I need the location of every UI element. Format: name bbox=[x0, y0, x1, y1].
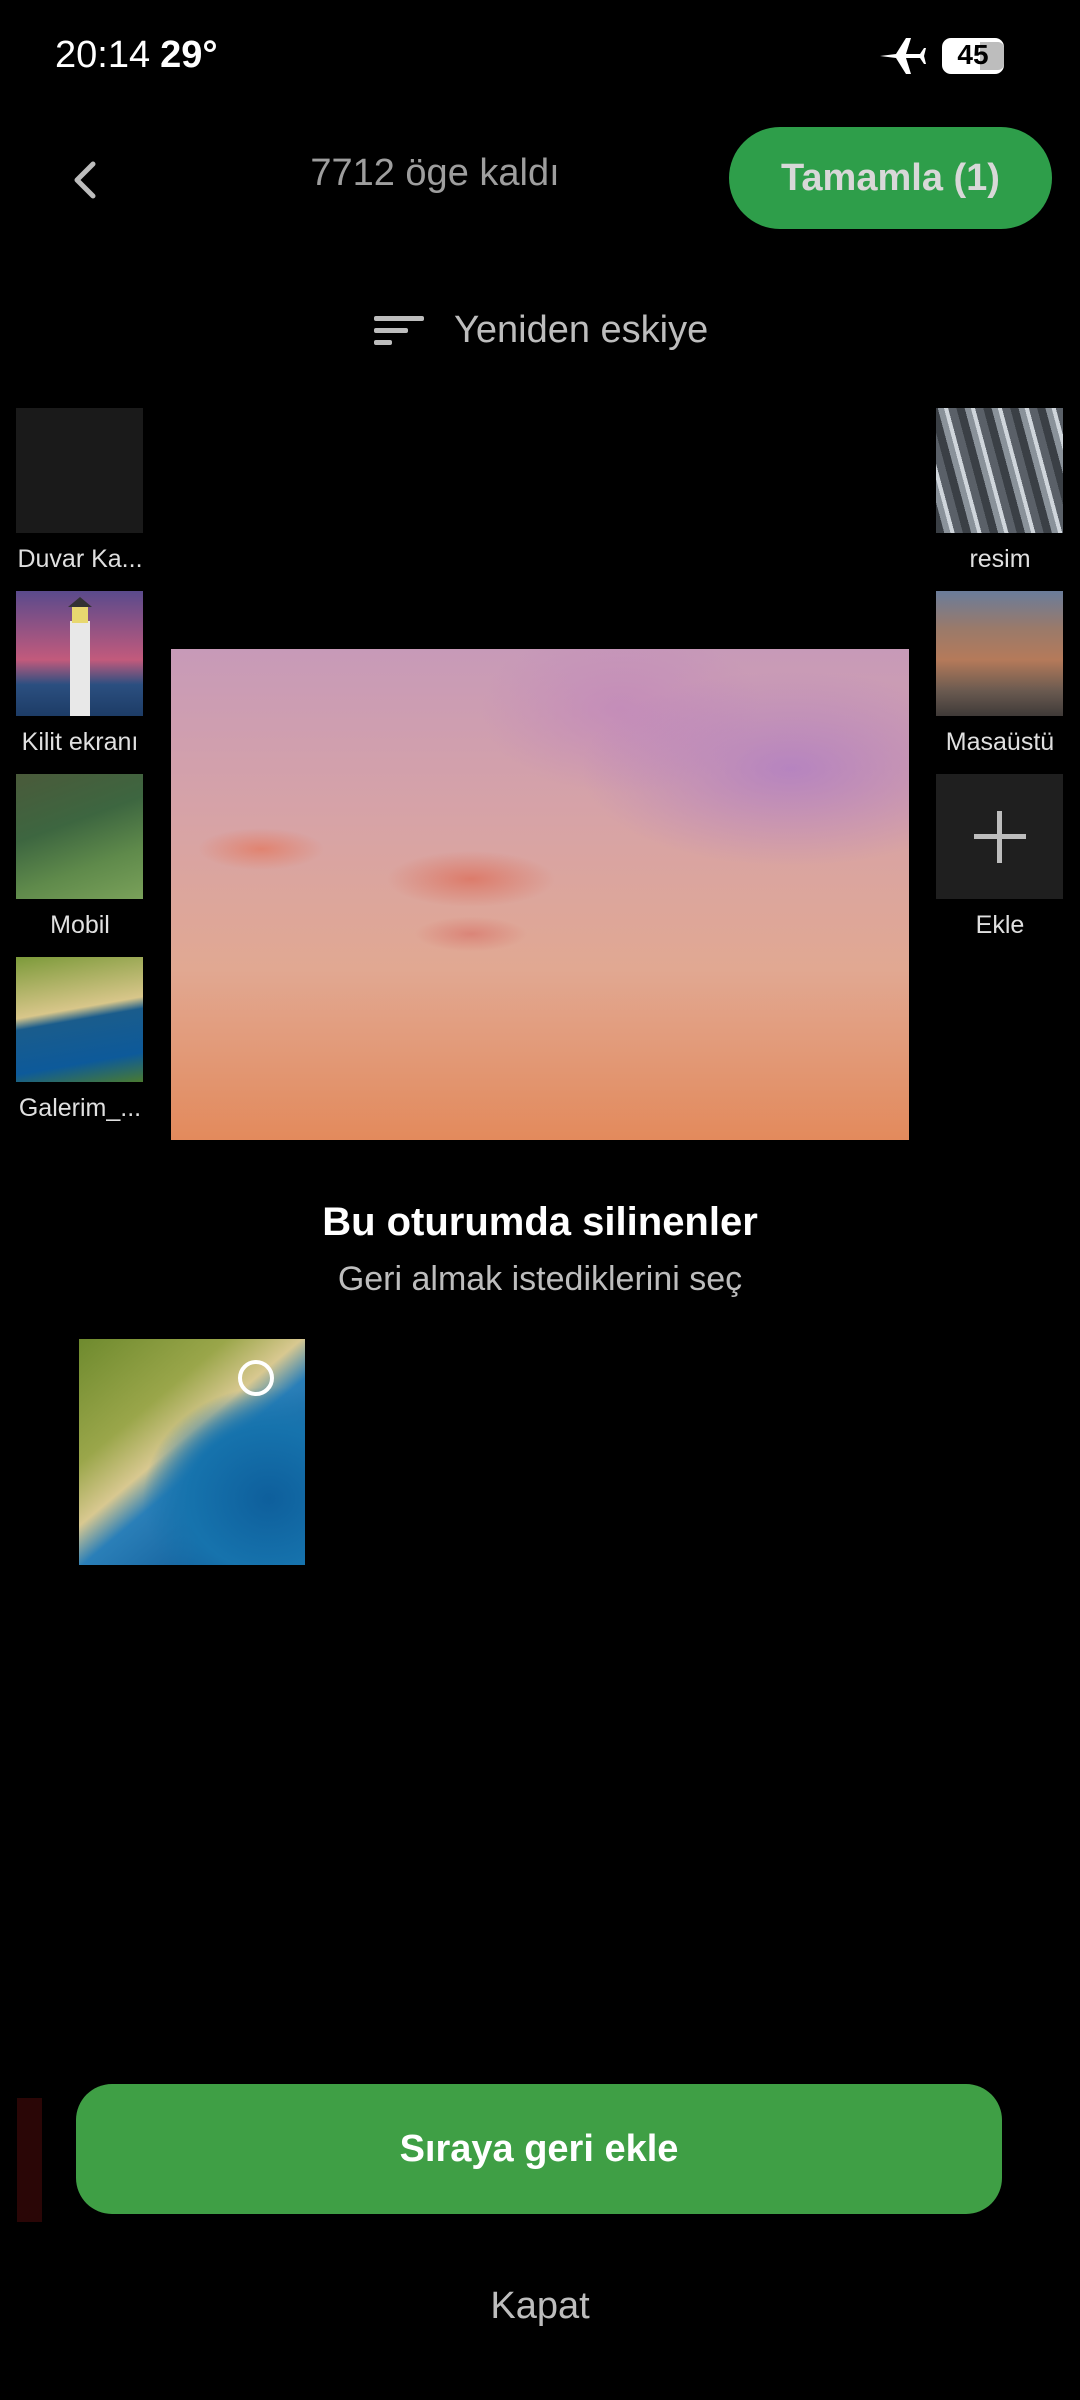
airplane-icon bbox=[878, 36, 926, 76]
left-edge-preview bbox=[17, 2098, 42, 2222]
album-label: Galerim_... bbox=[18, 1094, 142, 1122]
plus-icon bbox=[973, 810, 1026, 863]
album-thumbnail bbox=[16, 774, 143, 899]
done-button[interactable]: Tamamla (1) bbox=[729, 127, 1052, 229]
album-duvar-kagidi[interactable]: Duvar Ka... bbox=[16, 408, 144, 574]
album-label: Mobil bbox=[50, 911, 110, 939]
deleted-section-subtitle: Geri almak istediklerini seç bbox=[337, 1260, 743, 1298]
temperature: 29° bbox=[160, 34, 218, 76]
album-resim[interactable]: resim bbox=[936, 408, 1064, 574]
status-time: 20:14 29° bbox=[55, 34, 218, 77]
clock: 20:14 bbox=[55, 34, 151, 76]
album-thumbnail bbox=[936, 774, 1063, 899]
sort-selector[interactable]: Yeniden eskiye bbox=[372, 300, 708, 360]
album-label: resim bbox=[969, 545, 1031, 573]
album-mobil[interactable]: Mobil bbox=[16, 774, 144, 940]
current-photo-preview[interactable] bbox=[171, 649, 909, 1140]
battery-level: 45 bbox=[957, 39, 989, 70]
remaining-count: 7712 öge kaldı bbox=[310, 152, 560, 194]
restore-to-queue-button[interactable]: Sıraya geri ekle bbox=[76, 2084, 1002, 2214]
close-button[interactable]: Kapat bbox=[0, 2285, 1080, 2328]
sort-label: Yeniden eskiye bbox=[454, 308, 709, 351]
album-thumbnail bbox=[936, 408, 1063, 533]
album-label: Duvar Ka... bbox=[17, 545, 143, 573]
album-label: Masaüstü bbox=[945, 728, 1055, 756]
album-galerim[interactable]: Galerim_... bbox=[16, 957, 144, 1123]
album-label: Ekle bbox=[975, 911, 1025, 939]
album-thumbnail bbox=[936, 591, 1063, 716]
chevron-left-icon bbox=[74, 161, 96, 199]
deleted-photo-item[interactable] bbox=[79, 1339, 305, 1565]
album-kilit-ekrani[interactable]: Kilit ekranı bbox=[16, 591, 144, 757]
add-album-button[interactable]: Ekle bbox=[936, 774, 1064, 940]
select-checkbox[interactable] bbox=[238, 1360, 274, 1396]
battery-icon: 45 bbox=[942, 38, 1008, 74]
deleted-section-title: Bu oturumda silinenler bbox=[322, 1200, 758, 1244]
album-thumbnail bbox=[16, 957, 143, 1082]
album-masaustu[interactable]: Masaüstü bbox=[936, 591, 1064, 757]
album-thumbnail bbox=[16, 408, 143, 533]
album-label: Kilit ekranı bbox=[21, 728, 139, 756]
album-thumbnail bbox=[16, 591, 143, 716]
sort-icon bbox=[374, 316, 424, 345]
back-button[interactable] bbox=[60, 150, 110, 210]
